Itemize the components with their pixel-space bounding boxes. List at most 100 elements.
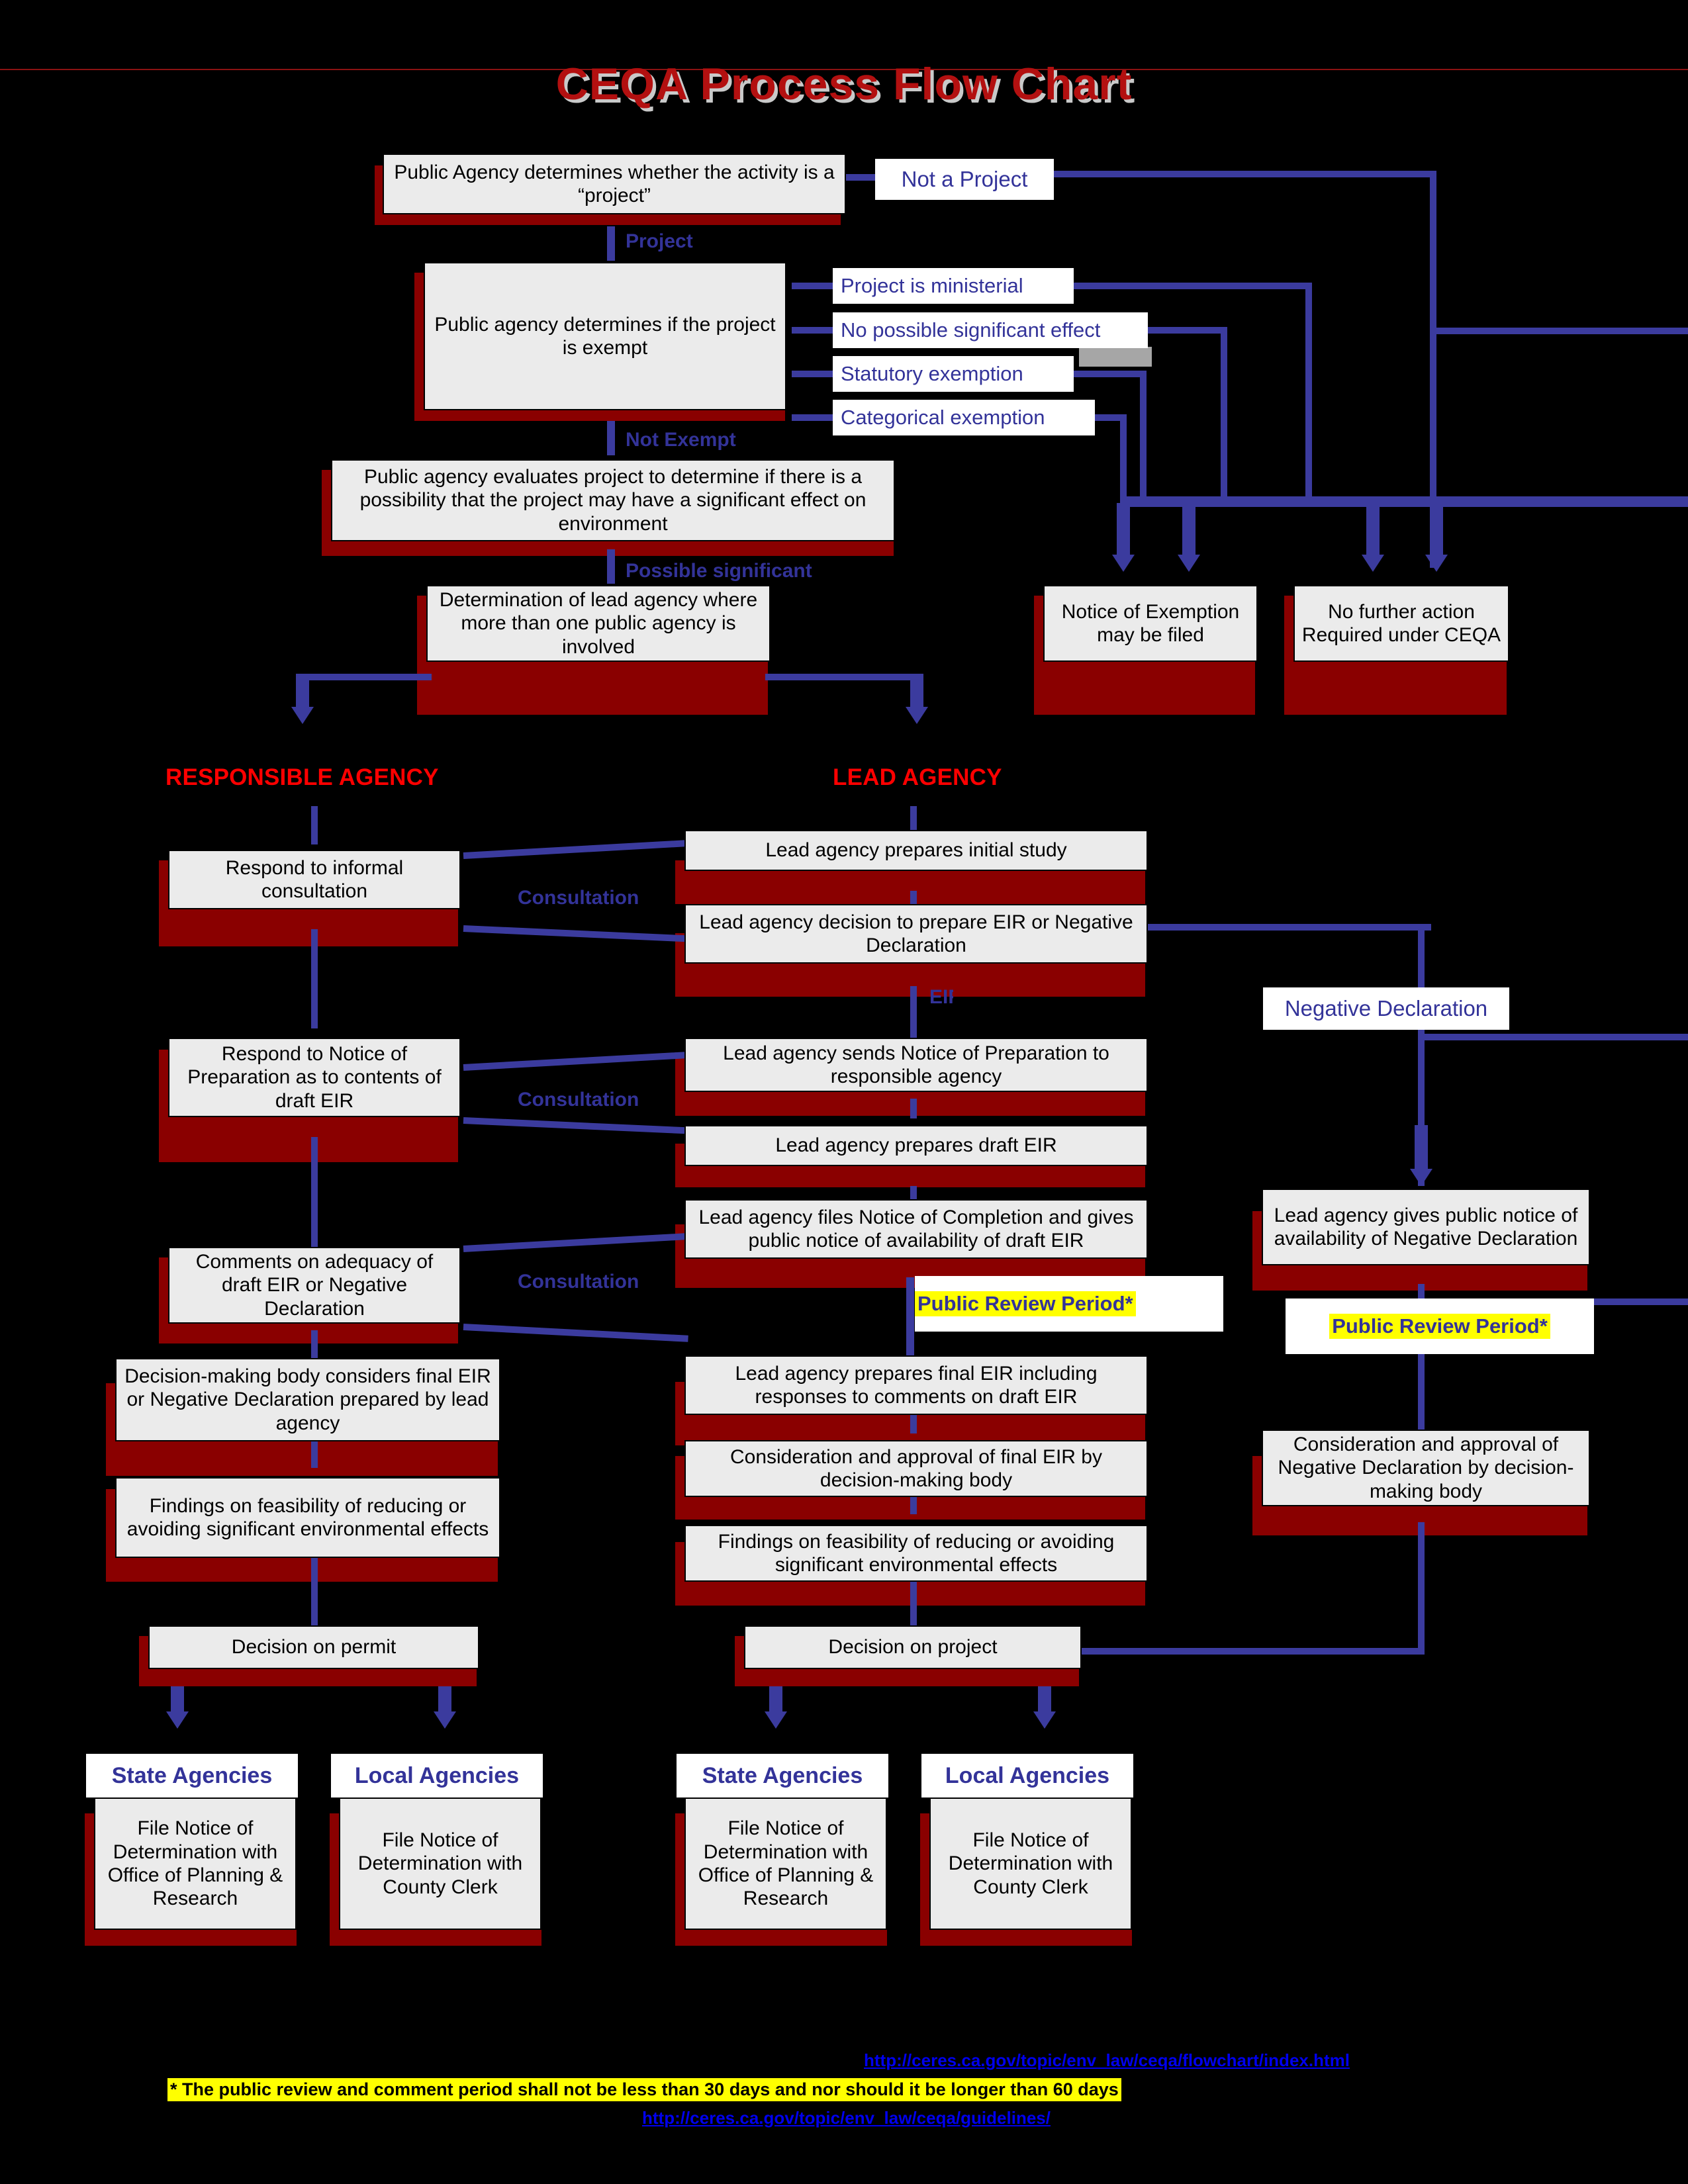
connector-center-2 <box>910 1099 917 1118</box>
node-respond-informal[interactable]: Respond to informal consultation <box>168 850 461 909</box>
node-comments-adequacy[interactable]: Comments on adequacy of draft EIR or Neg… <box>168 1247 461 1324</box>
header-state-agencies-left[interactable]: State Agencies <box>86 1754 298 1797</box>
node-file-nod-local-right[interactable]: File Notice of Determination with County… <box>929 1797 1132 1930</box>
connector-not-exempt <box>607 421 615 455</box>
connector-statutory-down <box>1140 371 1147 501</box>
node-files-noc[interactable]: Lead agency files Notice of Completion a… <box>684 1199 1148 1259</box>
node-respond-nop[interactable]: Respond to Notice of Preparation as to c… <box>168 1038 461 1117</box>
connector-statutory-right <box>1074 371 1147 377</box>
node-decision-on-project[interactable]: Decision on project <box>744 1625 1082 1669</box>
header-state-agencies-right[interactable]: State Agencies <box>677 1754 888 1797</box>
connector-consultation-3b <box>463 1324 688 1342</box>
connector-left-1 <box>311 929 318 1028</box>
node-lead-agency-determination[interactable]: Determination of lead agency where more … <box>426 585 771 662</box>
connector-possible-significant <box>607 549 615 584</box>
node-evaluate-effect[interactable]: Public agency evaluates project to deter… <box>331 459 895 541</box>
footer-note: * The public review and comment period s… <box>167 2078 1121 2101</box>
edge-label-eir: EIR <box>929 986 953 1008</box>
connector-center-5 <box>910 1497 917 1514</box>
label-not-a-project[interactable]: Not a Project <box>875 159 1054 200</box>
arrow-head <box>1112 555 1135 572</box>
connector-terminal-bus <box>1120 496 1688 507</box>
connector-project <box>607 226 615 261</box>
node-file-nod-state-right[interactable]: File Notice of Determination with Office… <box>684 1797 887 1930</box>
edge-label-consultation-3: Consultation <box>518 1271 639 1293</box>
label-categorical-exemption[interactable]: Categorical exemption <box>833 400 1095 435</box>
label-negative-declaration[interactable]: Negative Declaration <box>1263 987 1509 1030</box>
connector-nse-right <box>1148 327 1227 334</box>
connector-categorical-down <box>1120 414 1127 501</box>
node-prepares-draft-eir[interactable]: Lead agency prepares draft EIR <box>684 1125 1148 1166</box>
arrow-stem <box>1182 503 1196 556</box>
flowchart-canvas: CEQA Process Flow Chart Public Agency de… <box>0 0 1688 2184</box>
arrow-stem <box>296 674 309 708</box>
connector-nd-far-right <box>1418 1034 1688 1040</box>
public-review-period-center: Public Review Period* <box>915 1276 1223 1332</box>
connector-exempt-3 <box>792 371 835 377</box>
connector-nd-2 <box>1418 1354 1425 1436</box>
arrow-head <box>765 1711 787 1729</box>
node-public-notice-nd[interactable]: Lead agency gives public notice of avail… <box>1262 1189 1590 1265</box>
connector-ministerial-down <box>1305 283 1312 501</box>
connector-left-4 <box>311 1441 318 1468</box>
connector-center-4 <box>910 1415 917 1433</box>
connector-nd-3 <box>1418 1522 1425 1655</box>
arrow-stem <box>438 1686 451 1713</box>
arrow-head <box>434 1711 456 1729</box>
label-ministerial[interactable]: Project is ministerial <box>833 268 1074 304</box>
node-approval-final-eir[interactable]: Consideration and approval of final EIR … <box>684 1440 1148 1497</box>
arrow-stem <box>1430 503 1443 556</box>
node-initial-study[interactable]: Lead agency prepares initial study <box>684 830 1148 871</box>
node-notice-of-exemption[interactable]: Notice of Exemption may be filed <box>1043 585 1258 662</box>
arrow-head <box>291 707 314 724</box>
footer-link-bottom[interactable]: http://ceres.ca.gov/topic/env_law/ceqa/g… <box>642 2108 1051 2128</box>
connector-prp-right-tail <box>1594 1298 1688 1305</box>
header-local-agencies-left[interactable]: Local Agencies <box>331 1754 543 1797</box>
connector-exempt-1 <box>792 283 835 289</box>
node-prepares-final-eir[interactable]: Lead agency prepares final EIR including… <box>684 1355 1148 1415</box>
edge-label-project: Project <box>626 230 693 252</box>
connector-center-eir <box>910 986 917 1044</box>
connector-responsible-stem <box>311 806 318 844</box>
connector-nd-right <box>1148 924 1431 931</box>
arrow-stem <box>769 1686 782 1713</box>
connector-consultation-3a <box>463 1233 688 1252</box>
node-findings-left[interactable]: Findings on feasibility of reducing or a… <box>115 1477 500 1558</box>
node-decision-on-permit[interactable]: Decision on permit <box>148 1625 479 1669</box>
node-file-nod-local-left[interactable]: File Notice of Determination with County… <box>339 1797 541 1930</box>
arrow-stem <box>1366 503 1380 556</box>
node-file-nod-state-left[interactable]: File Notice of Determination with Office… <box>94 1797 297 1930</box>
arrow-head <box>1425 555 1448 572</box>
edge-label-consultation-2: Consultation <box>518 1089 639 1111</box>
node-findings-center[interactable]: Findings on feasibility of reducing or a… <box>684 1525 1148 1582</box>
arrow-head <box>166 1711 189 1729</box>
connector-consultation-2b <box>463 1117 688 1134</box>
connector-consultation-1b <box>463 925 688 942</box>
page-title: CEQA Process Flow Chart <box>555 59 1133 109</box>
node-no-further-action[interactable]: No further action Required under CEQA <box>1293 585 1509 662</box>
connector-not-a-project-right <box>1051 171 1436 177</box>
connector-consultation-2a <box>463 1052 688 1071</box>
node-decision-body-considers[interactable]: Decision-making body considers final EIR… <box>115 1358 500 1441</box>
node-sends-nop[interactable]: Lead agency sends Notice of Preparation … <box>684 1038 1148 1092</box>
node-decision-eir-or-nd[interactable]: Lead agency decision to prepare EIR or N… <box>684 904 1148 964</box>
footer-link-top[interactable]: http://ceres.ca.gov/topic/env_law/ceqa/f… <box>864 2050 1350 2071</box>
node-determine-project[interactable]: Public Agency determines whether the act… <box>383 154 846 214</box>
decorative-gray-shadow <box>1079 347 1152 367</box>
connector-nd-down <box>1418 924 1425 997</box>
label-statutory-exemption[interactable]: Statutory exemption <box>833 356 1074 392</box>
arrow-head <box>1033 1711 1056 1729</box>
connector-to-not-a-project <box>846 174 879 181</box>
connector-exempt-4 <box>792 414 835 421</box>
label-no-significant-effect[interactable]: No possible significant effect <box>833 312 1148 348</box>
connector-split-left <box>299 674 432 680</box>
edge-label-not-exempt: Not Exempt <box>626 429 736 451</box>
connector-consultation-1a <box>463 840 688 859</box>
node-determine-exempt[interactable]: Public agency determines if the project … <box>424 262 786 410</box>
arrow-stem <box>171 1686 184 1713</box>
node-approval-nd[interactable]: Consideration and approval of Negative D… <box>1262 1430 1590 1506</box>
connector-right-branch <box>1430 328 1688 334</box>
arrow-stem <box>1415 1125 1428 1170</box>
arrow-head <box>906 707 928 724</box>
header-local-agencies-right[interactable]: Local Agencies <box>921 1754 1133 1797</box>
